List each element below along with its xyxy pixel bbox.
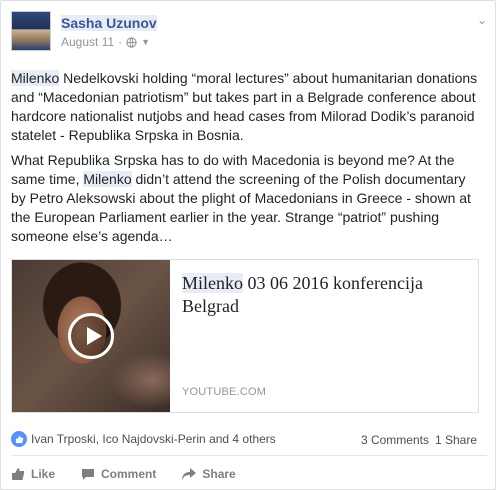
shares-count[interactable]: 1 Share: [435, 433, 477, 447]
likes-summary[interactable]: Ivan Trposki, Ico Najdovski-Perin and 4 …: [11, 431, 276, 447]
share-label: Share: [202, 467, 236, 481]
mention-milenko[interactable]: Milenko: [83, 171, 132, 187]
avatar[interactable]: [11, 11, 51, 51]
comments-count[interactable]: 3 Comments: [361, 433, 429, 447]
post-paragraph-2: What Republika Srpska has to do with Mac…: [11, 151, 479, 246]
action-bar: Like Comment Share: [11, 463, 487, 485]
thumbs-up-badge-icon: [11, 431, 27, 447]
link-title[interactable]: Milenko 03 06 2016 konferencija Belgrad: [182, 272, 472, 318]
likers-text[interactable]: Ivan Trposki, Ico Najdovski-Perin and 4 …: [31, 432, 276, 446]
post-paragraph-1: Milenko Nedelkovski holding “moral lectu…: [11, 69, 479, 145]
paragraph-1-text: Nedelkovski holding “moral lectures” abo…: [11, 70, 478, 143]
meta-separator: ·: [118, 35, 123, 49]
share-button[interactable]: Share: [182, 463, 236, 485]
video-thumbnail[interactable]: [12, 260, 170, 412]
like-label: Like: [31, 467, 56, 481]
comment-label: Comment: [101, 467, 157, 481]
post-card: Sasha Uzunov August 11 · ▼ ⌄ Milenko Ned…: [0, 0, 496, 490]
link-domain: YOUTUBE.COM: [182, 386, 267, 398]
comment-button[interactable]: Comment: [81, 463, 156, 485]
social-summary: Ivan Trposki, Ico Najdovski-Perin and 4 …: [11, 431, 487, 449]
chevron-down-icon[interactable]: ⌄: [477, 13, 487, 27]
post-date[interactable]: August 11: [61, 35, 114, 49]
globe-icon[interactable]: [126, 36, 137, 48]
link-preview[interactable]: Milenko 03 06 2016 konferencija Belgrad …: [11, 259, 479, 413]
mention-milenko[interactable]: Milenko: [11, 70, 60, 86]
engagement-stats: 3 Comments 1 Share: [361, 433, 477, 447]
post-body: Milenko Nedelkovski holding “moral lectu…: [11, 69, 479, 252]
share-arrow-icon: [182, 468, 197, 480]
play-icon[interactable]: [68, 313, 114, 359]
author-name[interactable]: Sasha Uzunov: [61, 15, 157, 31]
post-header: Sasha Uzunov August 11 · ▼ ⌄: [11, 11, 487, 61]
post-meta: August 11 · ▼: [61, 35, 150, 49]
caret-down-icon[interactable]: ▼: [141, 37, 150, 47]
like-button[interactable]: Like: [11, 463, 55, 485]
divider: [11, 455, 487, 456]
thumbs-up-icon: [12, 468, 24, 480]
link-title-highlight: Milenko: [182, 273, 243, 293]
comment-bubble-icon: [82, 469, 95, 480]
